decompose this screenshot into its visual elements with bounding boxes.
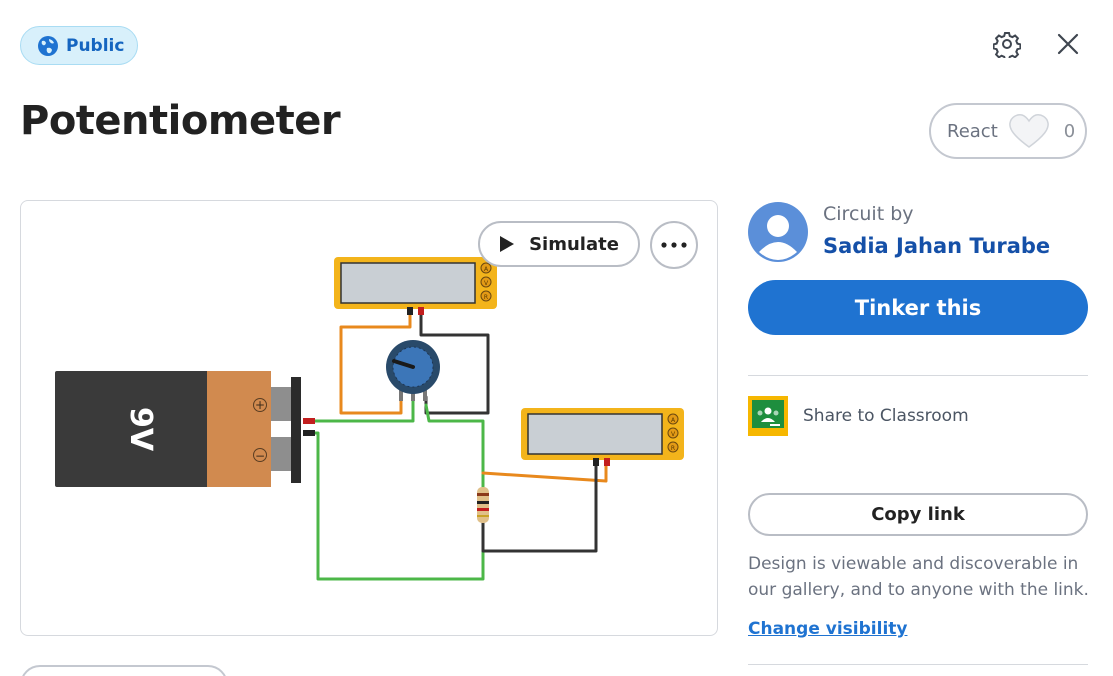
settings-button[interactable]: [991, 28, 1023, 60]
more-horizontal-icon: [661, 242, 687, 248]
resistor: [477, 487, 489, 523]
copy-link-button[interactable]: Copy link: [748, 493, 1088, 536]
multimeter-top-mode-r: R: [484, 294, 488, 301]
share-to-classroom-button[interactable]: Share to Classroom: [748, 396, 1088, 436]
battery-terminal-minus: −: [255, 449, 265, 463]
wire-green-left: [305, 395, 415, 423]
change-visibility-link[interactable]: Change visibility: [748, 619, 907, 639]
simulate-label: Simulate: [529, 233, 619, 255]
author-name-link[interactable]: Sadia Jahan Turabe: [823, 234, 1050, 258]
design-title: Potentiometer: [20, 98, 341, 144]
multimeter-top: A V R: [334, 257, 497, 315]
react-count: 0: [1063, 120, 1076, 142]
visibility-badge[interactable]: Public: [20, 26, 138, 65]
react-button[interactable]: React 0: [929, 103, 1087, 159]
visibility-description: Design is viewable and discoverable in o…: [748, 554, 1089, 600]
more-options-button[interactable]: [650, 221, 698, 269]
tinker-this-button[interactable]: Tinker this: [748, 280, 1088, 335]
multimeter-right: A V R: [521, 408, 684, 466]
gear-icon: [993, 32, 1021, 58]
heart-icon: [1008, 114, 1049, 148]
google-classroom-icon: [748, 396, 788, 436]
close-button[interactable]: [1052, 28, 1084, 60]
battery-terminal-plus: +: [255, 398, 265, 412]
divider: [748, 664, 1088, 665]
share-to-classroom-label: Share to Classroom: [803, 406, 969, 426]
play-icon: [500, 236, 515, 252]
globe-icon: [38, 35, 58, 56]
battery-9v: + − 9V: [55, 371, 315, 487]
simulate-button[interactable]: Simulate: [478, 221, 640, 267]
multimeter-right-mode-r: R: [671, 445, 675, 452]
close-icon: [1057, 33, 1079, 55]
potentiometer: [386, 340, 440, 401]
react-label: React: [947, 120, 998, 142]
bottom-pill-button[interactable]: [20, 665, 228, 676]
circuit-by-label: Circuit by: [823, 203, 914, 225]
visibility-badge-label: Public: [66, 35, 125, 56]
circuit-canvas[interactable]: + − 9V A V R A V R Simulate: [20, 200, 718, 636]
battery-label: 9V: [123, 407, 158, 452]
divider: [748, 375, 1088, 376]
wire-orange-right: [481, 463, 608, 483]
wire-green-bottom: [305, 431, 485, 581]
avatar[interactable]: [748, 202, 808, 262]
wire-green-mid: [424, 403, 485, 489]
